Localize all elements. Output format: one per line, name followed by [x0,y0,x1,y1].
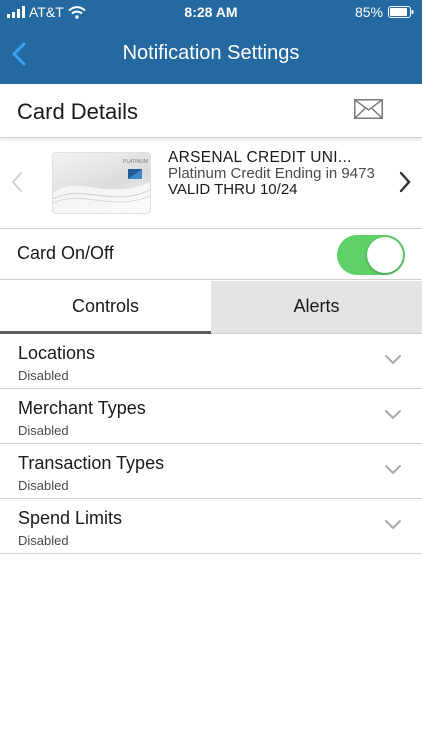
status-bar: AT&T 8:28 AM 85% [0,0,422,24]
battery-percent: 85% [354,4,383,20]
card-on-off-switch[interactable] [337,235,405,275]
card-image: PLATINUM [52,152,151,214]
list-item-title: Transaction Types [18,453,165,473]
list-item-title: Locations [18,343,96,363]
card-description: Platinum Credit Ending in 9473 [168,165,375,182]
next-card-chevron-icon[interactable] [396,169,414,195]
card-toggle-row: Card On/Off [0,229,422,280]
card-info: ARSENAL CREDIT UNI... Platinum Credit En… [168,150,384,198]
previous-card-chevron-icon[interactable] [8,169,26,195]
switch-knob [367,237,403,273]
list-item-locations[interactable]: Locations Disabled [0,334,422,389]
list-item-status: Disabled [18,533,69,548]
list-item-title: Merchant Types [18,398,146,418]
list-item-merchant-types[interactable]: Merchant Types Disabled [0,389,422,444]
card-toggle-label: Card On/Off [17,243,114,263]
tab-alerts[interactable]: Alerts [211,281,422,334]
list-item-spend-limits[interactable]: Spend Limits Disabled [0,499,422,554]
top-bar: AT&T 8:28 AM 85% Notification Settings [0,0,422,84]
chevron-down-icon [385,355,401,365]
tab-controls[interactable]: Controls [0,281,211,334]
card-art: PLATINUM [53,159,150,213]
list-item-status: Disabled [18,423,69,438]
chevron-down-icon [385,520,401,530]
list-item-status: Disabled [18,368,69,383]
controls-list: Locations Disabled Merchant Types Disabl… [0,334,422,554]
nav-bar: Notification Settings [0,28,422,80]
section-title: Card Details [17,99,139,124]
chevron-down-icon [385,465,401,475]
card-carousel: PLATINUM ARSENAL CREDIT UNI... Platinum … [0,139,422,229]
battery-icon [388,6,414,18]
list-item-title: Spend Limits [18,508,123,528]
chevron-down-icon [385,410,401,420]
card-name: ARSENAL CREDIT UNI... [168,149,352,166]
list-item-transaction-types[interactable]: Transaction Types Disabled [0,444,422,499]
list-item-status: Disabled [18,478,69,493]
page-title: Notification Settings [122,42,300,64]
card-valid-thru: VALID THRU 10/24 [168,181,298,198]
card-platinum-text: PLATINUM [123,159,148,165]
mail-icon[interactable] [354,99,383,119]
tab-bar: Controls Alerts [0,281,422,334]
